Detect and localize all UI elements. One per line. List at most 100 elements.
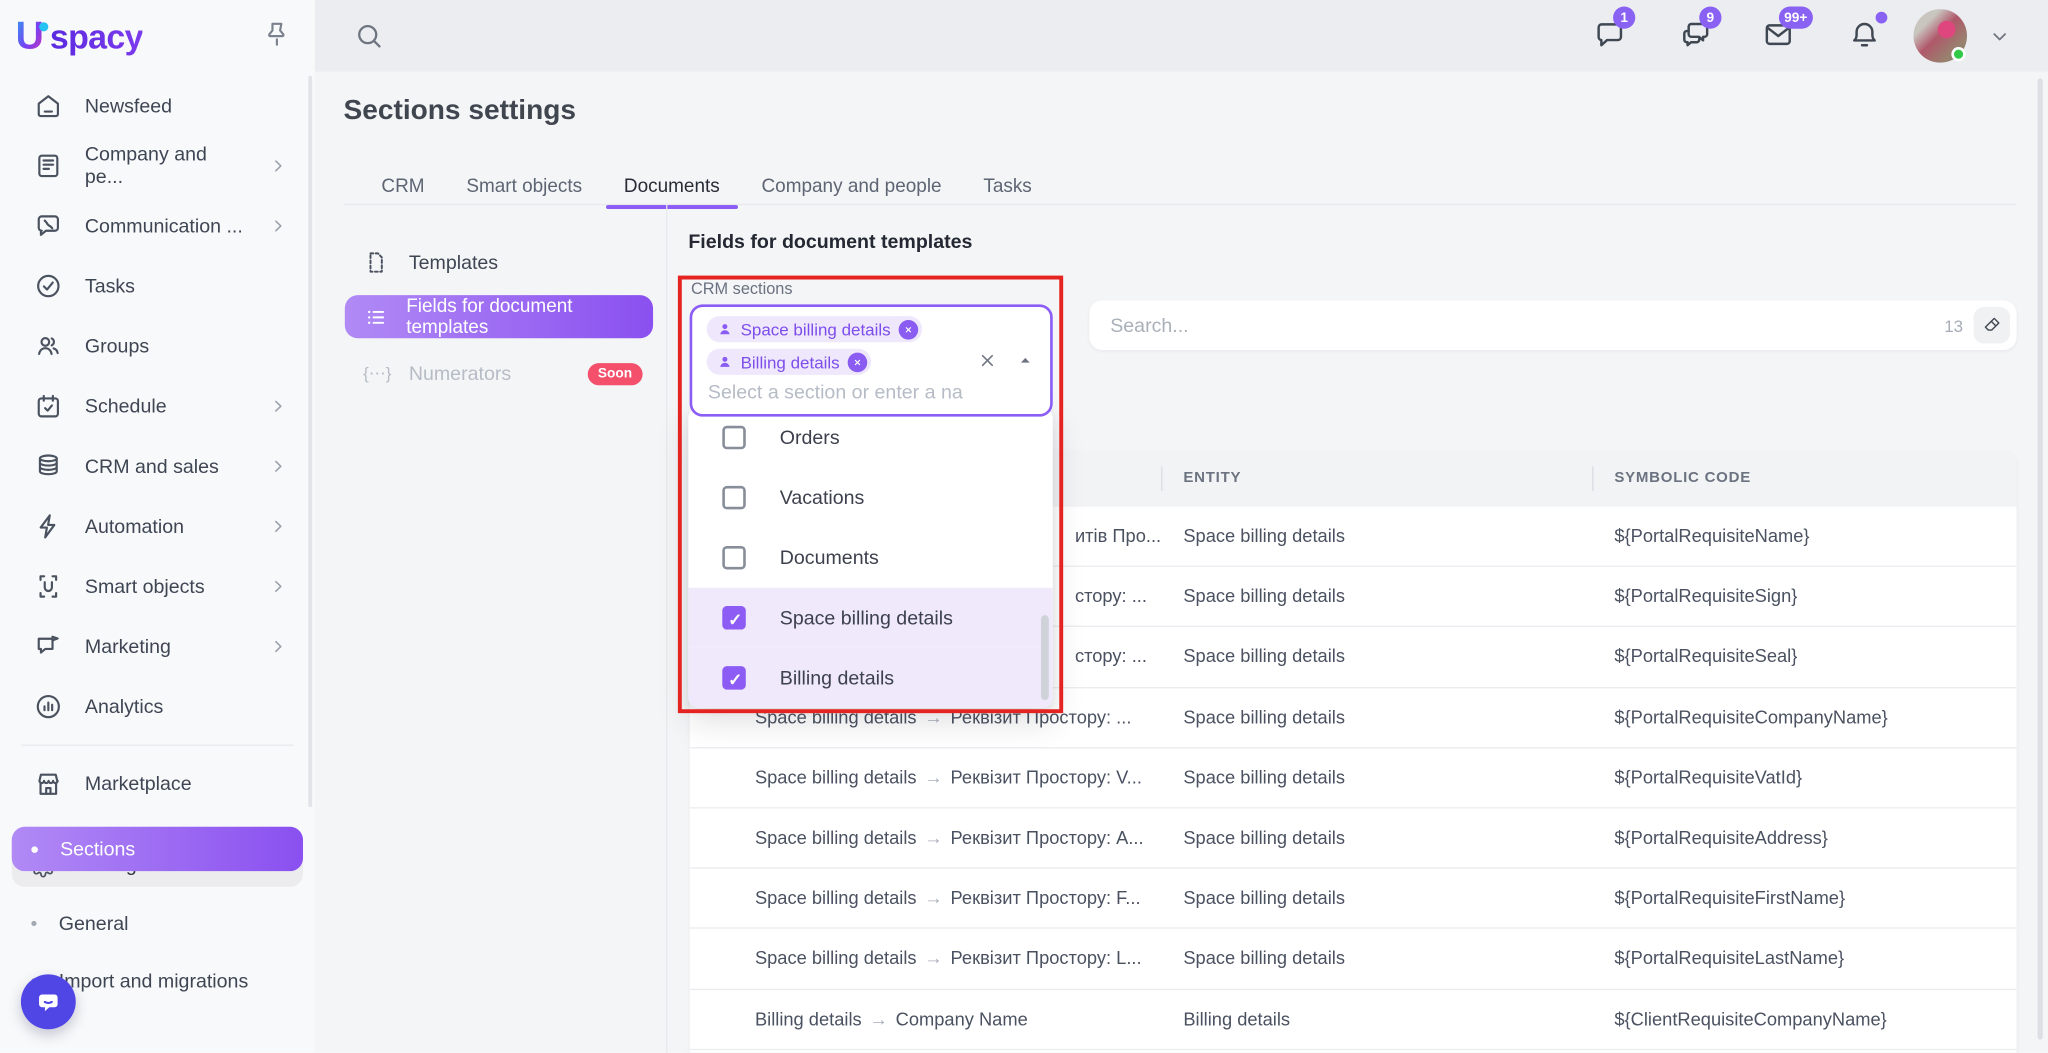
support-chat-fab[interactable] bbox=[20, 974, 76, 1030]
table-row[interactable]: Space billing details → Реквізит Простору:… bbox=[689, 929, 2017, 990]
option-label: Documents bbox=[779, 546, 879, 569]
chevron-right-icon bbox=[268, 516, 289, 537]
sidebar-item-label: Communication ... bbox=[84, 214, 243, 238]
brand-logo[interactable]: U spacy bbox=[16, 14, 144, 58]
pin-sidebar-button[interactable] bbox=[257, 14, 296, 53]
sidebar-item-label: Company and pe... bbox=[84, 143, 207, 189]
table-row[interactable]: Space billing details → Реквізит Простору:… bbox=[689, 748, 2017, 809]
table-row[interactable]: Billing details → Company Name Billing det… bbox=[689, 989, 2017, 1050]
tabs-divider bbox=[343, 203, 2017, 206]
communication-icon bbox=[34, 212, 63, 241]
braces-icon: {⋯} bbox=[363, 363, 392, 383]
crm-sections-select[interactable]: Space billing details Billing details Se… bbox=[689, 304, 1053, 417]
field-name-text: стору: ... bbox=[1074, 645, 1147, 667]
subnav-label: Numerators bbox=[408, 362, 512, 385]
sidebar-item[interactable]: Newsfeed bbox=[0, 76, 315, 136]
chat-bubble-icon bbox=[39, 994, 58, 1012]
dropdown-option[interactable]: Vacations bbox=[688, 468, 1052, 528]
sidebar-item[interactable]: Analytics bbox=[0, 677, 315, 737]
subnav-item-templates[interactable]: Templates bbox=[345, 243, 653, 282]
page-scrollbar[interactable] bbox=[2037, 78, 2043, 1040]
tab[interactable]: Tasks bbox=[962, 171, 1052, 202]
sidebar-item[interactable]: Marketing bbox=[0, 616, 315, 676]
sidebar-item[interactable]: Groups bbox=[0, 316, 315, 376]
option-label: Orders bbox=[779, 426, 840, 449]
option-checkbox[interactable] bbox=[722, 545, 746, 570]
search-result-count: 13 bbox=[1944, 315, 1964, 336]
dropdown-option[interactable]: Documents bbox=[688, 528, 1052, 588]
entity-cell: Space billing details bbox=[1183, 706, 1345, 727]
dropdown-option[interactable]: Space billing details bbox=[688, 587, 1053, 648]
option-checkbox[interactable] bbox=[722, 425, 746, 450]
field-name-cell: Space billing details → Реквізит Простору:… bbox=[755, 766, 1142, 787]
sidebar-item[interactable]: Marketplace bbox=[0, 754, 315, 814]
tab[interactable]: Company and people bbox=[741, 171, 963, 202]
clear-search-button[interactable] bbox=[1973, 306, 2011, 344]
tab[interactable]: Documents bbox=[603, 171, 741, 209]
sidebar-item[interactable]: Tasks bbox=[0, 256, 315, 316]
subnav-label: Fields for document templates bbox=[406, 295, 573, 338]
sidebar-scrollbar[interactable] bbox=[308, 75, 313, 808]
sidebar-item[interactable]: Schedule bbox=[0, 376, 315, 436]
field-name-text: стору: ... bbox=[1074, 585, 1147, 607]
sidebar-item-label: Groups bbox=[84, 335, 150, 358]
tab[interactable]: Smart objects bbox=[445, 171, 603, 202]
table-row[interactable]: Space billing details → Реквізит Простору:… bbox=[689, 869, 2017, 930]
notifications-button[interactable] bbox=[1848, 11, 1888, 52]
remove-chip-button[interactable] bbox=[898, 319, 919, 339]
field-name-text: Реквізит Простору: A... bbox=[950, 826, 1144, 848]
symbolic-code-cell: ${ClientRequisiteCompanyName} bbox=[1614, 1007, 1887, 1029]
option-checkbox[interactable] bbox=[722, 485, 746, 510]
sidebar-item[interactable]: Automation bbox=[0, 496, 315, 556]
tab-label: CRM bbox=[381, 176, 425, 198]
symbolic-code-cell: ${PortalRequisiteFirstName} bbox=[1614, 887, 1846, 908]
option-checkbox[interactable] bbox=[722, 666, 746, 690]
option-label: Vacations bbox=[779, 486, 865, 509]
dropdown-option[interactable]: Billing details bbox=[688, 647, 1053, 708]
marketing-icon bbox=[34, 632, 63, 661]
automation-icon bbox=[34, 512, 63, 541]
close-icon bbox=[904, 325, 913, 334]
remove-chip-button[interactable] bbox=[847, 351, 868, 372]
sidebar-item-label: Marketplace bbox=[84, 772, 192, 795]
bullet-icon bbox=[31, 920, 37, 927]
mail-badge: 99+ bbox=[1778, 6, 1813, 29]
option-checkbox[interactable] bbox=[722, 606, 746, 630]
sidebar-item[interactable]: Communication ... bbox=[0, 196, 315, 256]
messenger-button[interactable]: 1 bbox=[1593, 6, 1636, 52]
sidebar-subitem[interactable]: Sections bbox=[11, 826, 304, 872]
marketplace-icon bbox=[34, 769, 63, 798]
group-chats-button[interactable]: 9 bbox=[1680, 6, 1722, 52]
sidebar-item[interactable]: Smart objects bbox=[0, 556, 315, 616]
table-row[interactable]: Space billing details → Реквізит Простору:… bbox=[689, 808, 2017, 869]
tab-label: Documents bbox=[623, 176, 720, 198]
dropdown-scrollbar[interactable] bbox=[1040, 615, 1049, 701]
field-name-text: итів Про... bbox=[1074, 525, 1162, 546]
notifications-dot bbox=[1875, 11, 1888, 24]
section-search-input[interactable]: Select a section or enter a na bbox=[708, 381, 1035, 403]
symbolic-code-cell: ${PortalRequisiteSign} bbox=[1614, 585, 1798, 607]
selected-section-chip[interactable]: Space billing details bbox=[706, 316, 922, 343]
field-name-cell: Space billing details → Реквізит Простору:… bbox=[755, 947, 1142, 968]
tab[interactable]: CRM bbox=[360, 171, 445, 202]
clear-selection-icon[interactable] bbox=[977, 350, 998, 371]
sidebar-item[interactable]: Company and pe... bbox=[0, 136, 315, 196]
selected-section-chip[interactable]: Billing details bbox=[706, 348, 872, 375]
mail-button[interactable]: 99+ bbox=[1762, 6, 1813, 52]
sidebar-item[interactable]: CRM and sales bbox=[0, 436, 315, 496]
sidebar-item-label: Schedule bbox=[84, 395, 167, 418]
table-search[interactable]: Search... 13 bbox=[1089, 300, 2017, 351]
user-avatar[interactable] bbox=[1913, 9, 1968, 63]
symbolic-code-cell: ${PortalRequisiteVatId} bbox=[1614, 766, 1803, 788]
field-name-section: Space billing details bbox=[754, 826, 917, 848]
search-icon bbox=[353, 20, 383, 50]
profile-chevron-down-icon[interactable] bbox=[1988, 25, 2012, 49]
subnav-item-numerators[interactable]: {⋯} Numerators Soon bbox=[345, 354, 653, 393]
subnav-item-fields-active[interactable]: Fields for document templates bbox=[344, 295, 654, 339]
search-input[interactable]: Search... bbox=[1110, 314, 1944, 336]
tab-label: Tasks bbox=[983, 176, 1032, 198]
global-search-button[interactable] bbox=[347, 14, 389, 56]
field-name-section: Billing details bbox=[754, 1007, 862, 1029]
sidebar-subitem[interactable]: General bbox=[12, 901, 303, 945]
collapse-caret-up-icon[interactable] bbox=[1015, 350, 1036, 371]
